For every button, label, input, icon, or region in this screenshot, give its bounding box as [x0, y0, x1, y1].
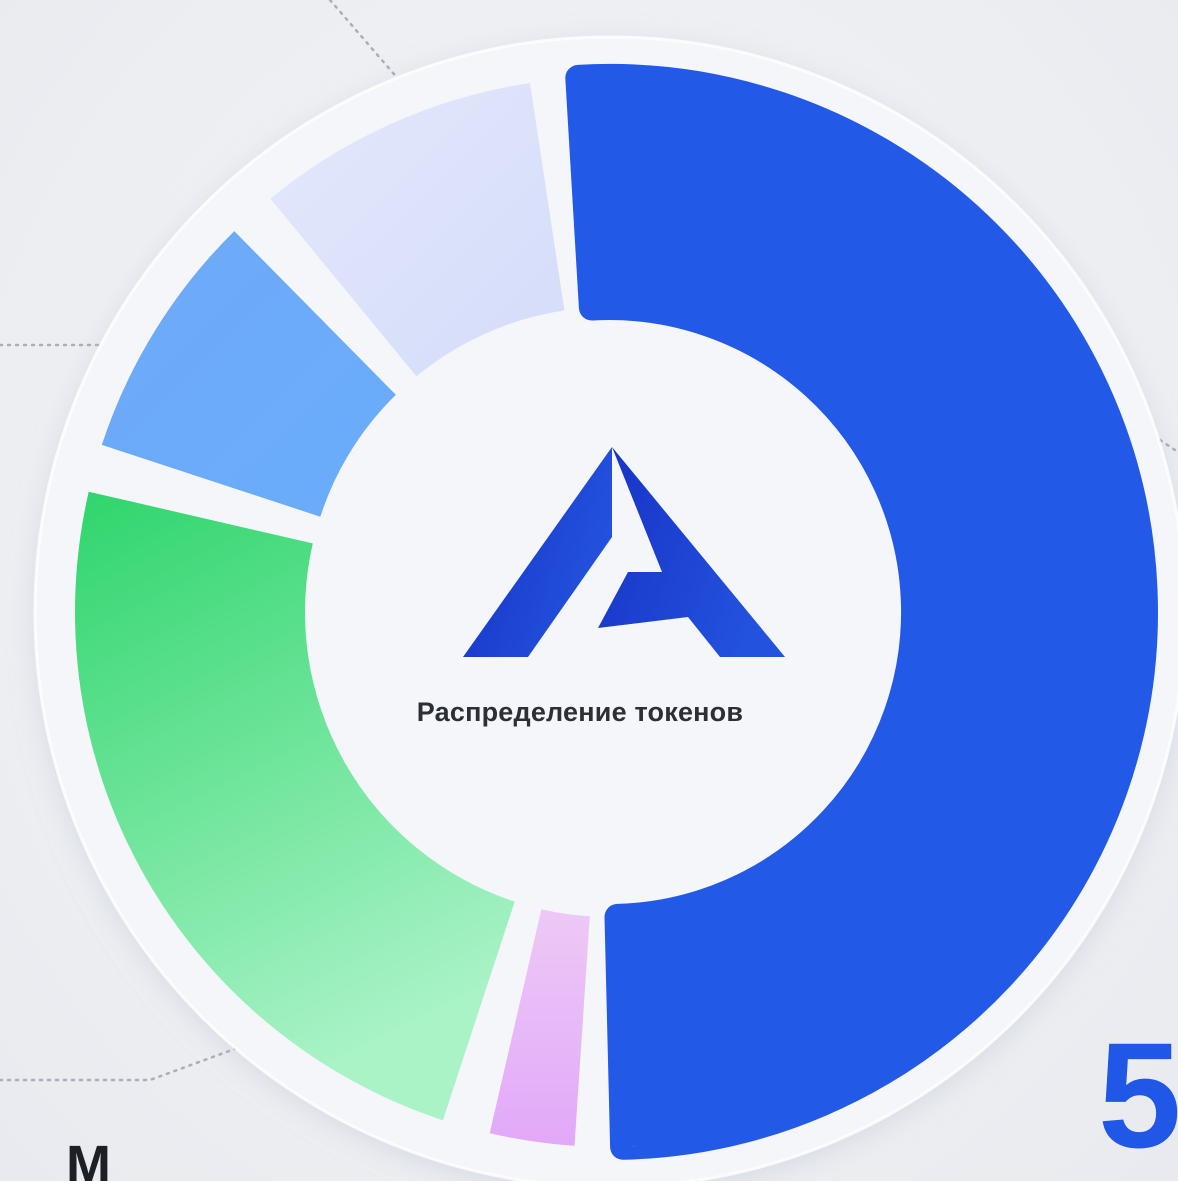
infographic-canvas: Распределение токенов 5 М [0, 0, 1178, 1181]
edge-number: 5 [1098, 1011, 1178, 1179]
chart-title: Распределение токенов [416, 697, 744, 727]
donut-chart [0, 0, 1178, 1181]
edge-letter: М [66, 1135, 111, 1181]
